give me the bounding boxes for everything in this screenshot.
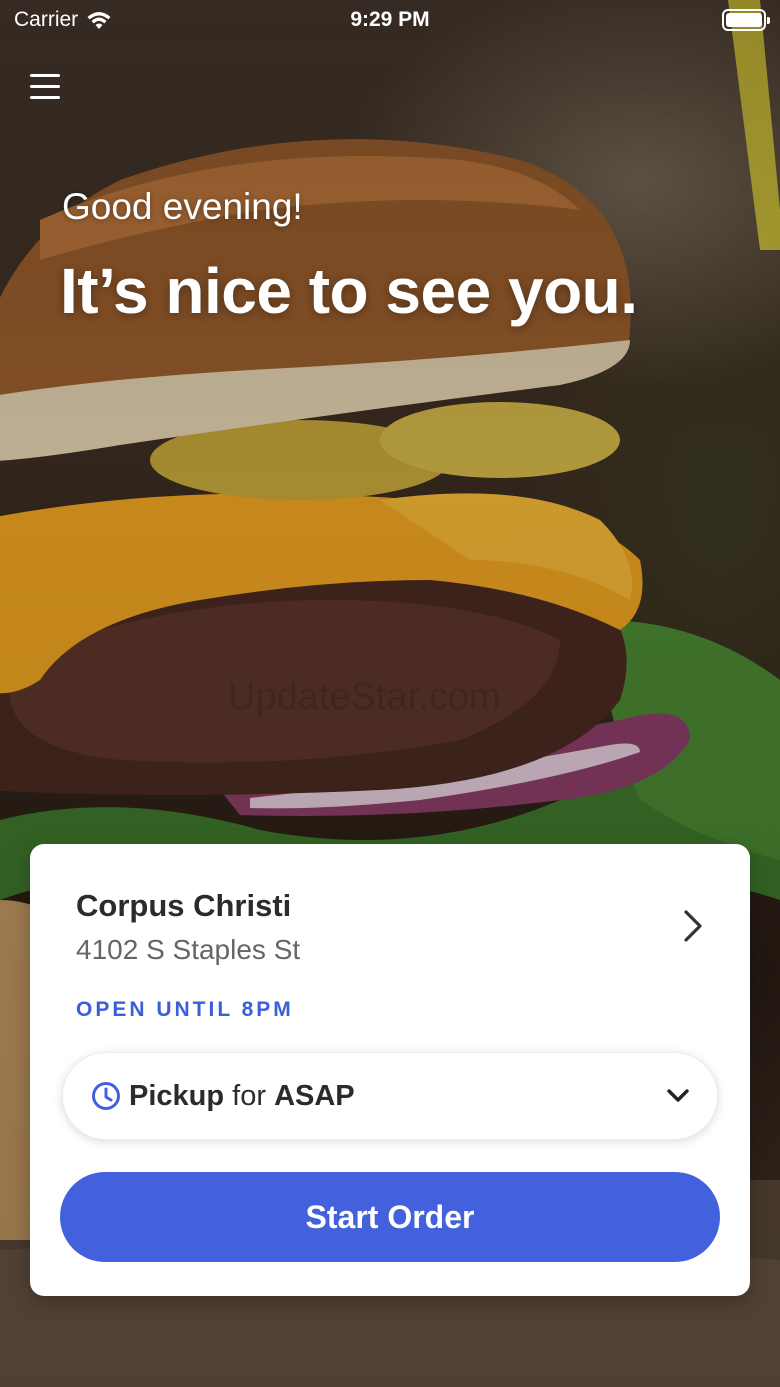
clock-icon	[92, 1082, 120, 1110]
location-address[interactable]: 4102 S Staples St	[76, 934, 300, 966]
order-time-select[interactable]: Pickup for ASAP	[62, 1052, 718, 1140]
status-time: 9:29 PM	[350, 8, 430, 31]
chevron-down-icon	[667, 1089, 689, 1102]
order-mode-connector: for	[232, 1079, 266, 1112]
watermark: UpdateStar.com	[228, 676, 501, 718]
store-hours: OPEN UNTIL 8PM	[76, 998, 294, 1021]
chevron-right-icon[interactable]	[678, 906, 708, 946]
location-card: Corpus Christi 4102 S Staples St OPEN UN…	[30, 844, 750, 1296]
start-order-button[interactable]: Start Order	[60, 1172, 720, 1262]
order-mode-label: Pickup for ASAP	[129, 1080, 355, 1113]
order-mode: Pickup	[129, 1079, 225, 1112]
battery-icon	[722, 9, 770, 31]
greeting-text: Good evening!	[62, 186, 303, 227]
location-name[interactable]: Corpus Christi	[76, 888, 291, 924]
status-bar: Carrier 9:29 PM	[0, 0, 780, 40]
order-time: ASAP	[274, 1079, 355, 1112]
hamburger-menu-icon[interactable]	[30, 74, 62, 104]
welcome-headline: It’s nice to see you.	[60, 255, 638, 327]
